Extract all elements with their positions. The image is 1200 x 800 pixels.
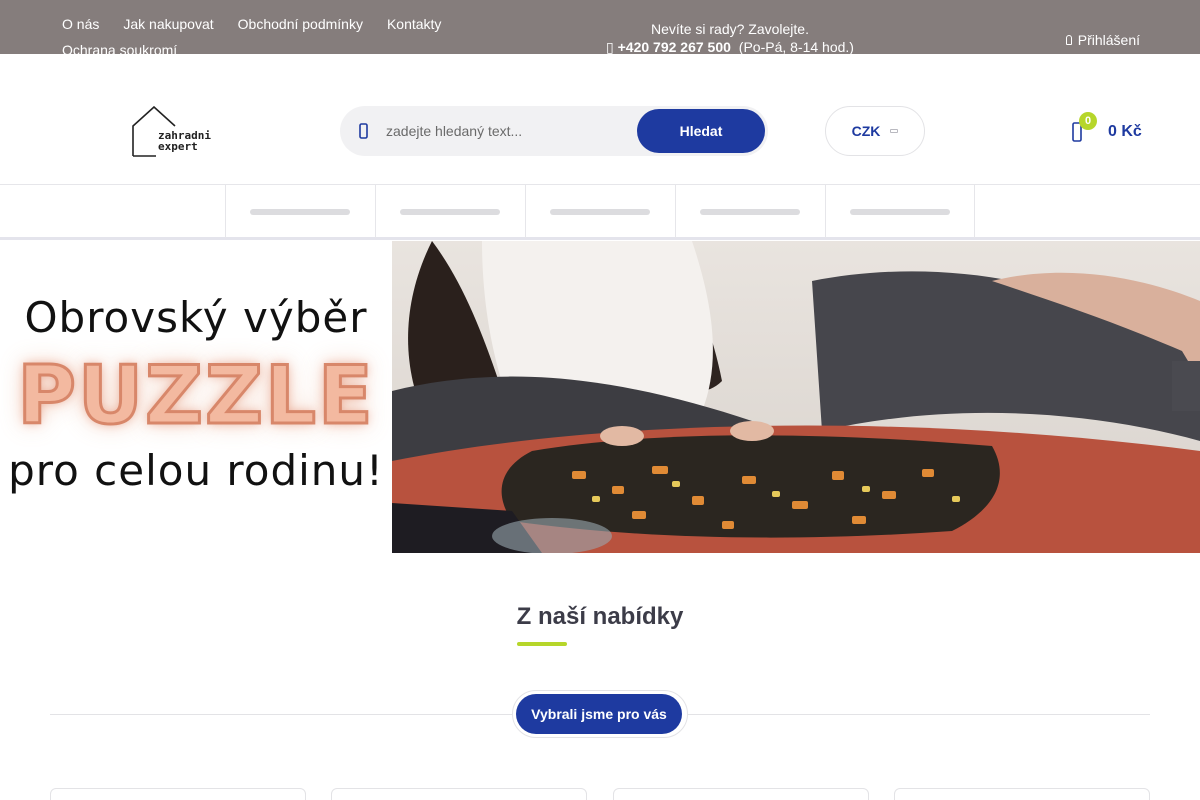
- title-accent-line: [517, 642, 567, 646]
- offers-section-title: Z naší nabídky: [516, 603, 684, 630]
- top-link-about[interactable]: O nás: [62, 15, 99, 33]
- nav-loading-bar: [550, 209, 650, 215]
- nav-loading-bar: [400, 209, 500, 215]
- product-card[interactable]: [50, 788, 306, 800]
- contact-info: Nevíte si rady? Zavolejte. ▯ +420 792 26…: [560, 20, 900, 56]
- top-link-contacts[interactable]: Kontakty: [387, 15, 441, 33]
- nav-item-placeholder[interactable]: [675, 185, 825, 238]
- login-label: Přihlášení: [1077, 32, 1140, 48]
- top-link-privacy[interactable]: Ochrana soukromí: [62, 41, 177, 59]
- product-card[interactable]: [894, 788, 1150, 800]
- logo-text: zahradni expert: [158, 130, 211, 152]
- search-button[interactable]: Hledat: [637, 109, 765, 153]
- top-bar: O nás Jak nakupovat Obchodní podmínky Ko…: [0, 0, 1200, 58]
- chevron-down-icon: [890, 129, 899, 133]
- nav-loading-bar: [250, 209, 350, 215]
- banner-neon-word: PUZZLE: [16, 348, 375, 444]
- product-card[interactable]: [331, 788, 587, 800]
- main-navigation: [0, 184, 1200, 240]
- banner-photo: [392, 241, 1200, 553]
- nav-loading-bar: [700, 209, 800, 215]
- search-form: Hledat: [340, 106, 768, 156]
- nav-loading-bar: [850, 209, 950, 215]
- top-link-how-to-buy[interactable]: Jak nakupovat: [123, 15, 213, 33]
- user-icon: [1065, 35, 1072, 45]
- logo-line-2: expert: [158, 140, 198, 153]
- nav-item-placeholder[interactable]: [225, 185, 375, 238]
- banner-text-panel: Obrovský výběr PUZZLE pro celou rodinu!: [0, 241, 392, 553]
- cart-total: 0 Kč: [1108, 123, 1142, 140]
- phone-number[interactable]: +420 792 267 500: [618, 39, 731, 55]
- nav-item-placeholder[interactable]: [825, 185, 975, 238]
- tab-selected-for-you[interactable]: Vybrali jsme pro vás: [516, 694, 682, 734]
- cart-count-badge: 0: [1079, 112, 1097, 130]
- support-hours: (Po-Pá, 8-14 hod.): [738, 39, 854, 55]
- login-link[interactable]: Přihlášení: [1065, 31, 1140, 49]
- banner-headline: Obrovský výběr: [24, 293, 368, 342]
- product-card[interactable]: [613, 788, 869, 800]
- currency-selector[interactable]: CZK: [825, 106, 925, 156]
- nav-item-placeholder[interactable]: [525, 185, 675, 238]
- banner-subline: pro celou rodinu!: [8, 446, 384, 495]
- hero-banner[interactable]: Obrovský výběr PUZZLE pro celou rodinu!: [0, 241, 1200, 553]
- top-link-terms[interactable]: Obchodní podmínky: [238, 15, 363, 33]
- top-navigation: O nás Jak nakupovat Obchodní podmínky Ko…: [62, 15, 462, 59]
- help-text: Nevíte si rady? Zavolejte.: [651, 21, 809, 37]
- search-input[interactable]: [386, 115, 626, 147]
- currency-value: CZK: [851, 123, 881, 139]
- site-logo[interactable]: zahradni expert: [132, 105, 224, 158]
- cart-button[interactable]: 0 0 Kč: [1068, 112, 1148, 152]
- phone-icon: ▯: [606, 39, 614, 55]
- search-icon[interactable]: [358, 123, 370, 139]
- nav-item-placeholder[interactable]: [375, 185, 525, 238]
